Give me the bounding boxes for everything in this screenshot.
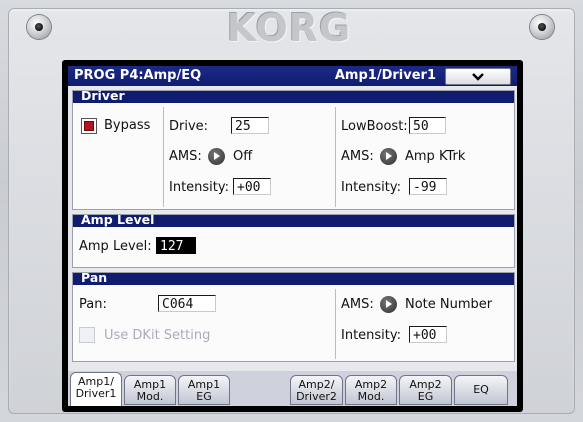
intensity2-label: Intensity: <box>341 180 402 195</box>
ams2-source-arrow-icon[interactable] <box>380 148 397 165</box>
tab-amp2-driver2[interactable]: Amp2/ Driver2 <box>290 375 343 405</box>
bypass-label: Bypass <box>104 118 151 133</box>
brand-logo: KORG <box>226 6 352 50</box>
tab-eq[interactable]: EQ <box>454 375 508 405</box>
lcd-display: PROG P4:Amp/EQ Amp1/Driver1 Driver Bypas… <box>68 66 517 406</box>
amp-level-header-label: Amp Level <box>81 212 155 227</box>
driver-header: Driver <box>73 88 514 103</box>
pan-intensity-field[interactable]: +00 <box>409 326 447 343</box>
tab-line2: Driver1 <box>75 387 117 400</box>
tab-amp2-mod[interactable]: Amp2 Mod. <box>345 375 397 405</box>
column-divider <box>163 107 164 207</box>
ams2-label: AMS: <box>341 149 374 164</box>
amp-level-header: Amp Level <box>73 212 514 227</box>
pan-ams-label: AMS: <box>341 297 374 312</box>
title-bar: PROG P4:Amp/EQ Amp1/Driver1 <box>68 66 517 86</box>
pan-label: Pan: <box>79 297 107 312</box>
page-menu-button[interactable] <box>445 68 511 85</box>
pan-ams-source-arrow-icon[interactable] <box>380 296 397 313</box>
tab-line2: EG <box>417 390 434 403</box>
tab-line2: Mod. <box>136 390 164 403</box>
driver-section: Driver Bypass Drive: 25 AMS: Off Intensi… <box>72 88 515 210</box>
intensity1-field[interactable]: +00 <box>233 178 271 195</box>
tab-line2: EG <box>196 390 212 403</box>
screw-icon <box>530 15 554 39</box>
use-dkit-label: Use DKit Setting <box>104 328 211 343</box>
use-dkit-checkbox[interactable] <box>79 327 95 343</box>
page-tab-bar: Amp1/ Driver1 Amp1 Mod. Amp1 EG Amp2/ Dr… <box>68 371 517 406</box>
tab-amp1-eg[interactable]: Amp1 EG <box>178 375 230 405</box>
tab-amp1-mod[interactable]: Amp1 Mod. <box>124 375 176 405</box>
ams1-label: AMS: <box>169 149 202 164</box>
tab-line2: Driver2 <box>296 390 337 403</box>
screw-icon <box>27 15 51 39</box>
amp-level-field[interactable]: 127 <box>156 237 196 254</box>
pan-ams-value[interactable]: Note Number <box>405 297 492 313</box>
page-title: PROG P4:Amp/EQ <box>74 68 202 83</box>
column-divider <box>335 107 336 207</box>
pan-section: Pan Pan: C064 Use DKit Setting AMS: Note… <box>72 270 515 362</box>
amp-level-label: Amp Level: <box>79 239 152 254</box>
page-subtitle: Amp1/Driver1 <box>334 68 436 83</box>
driver-header-label: Driver <box>81 88 125 103</box>
chevron-down-icon <box>472 73 484 81</box>
column-divider <box>335 289 336 359</box>
pan-header-label: Pan <box>81 270 108 285</box>
lowboost-label: LowBoost: <box>341 119 408 134</box>
tab-amp2-eg[interactable]: Amp2 EG <box>399 375 452 405</box>
tab-line1: EQ <box>473 383 489 396</box>
tab-line2: Mod. <box>357 390 385 403</box>
pan-header: Pan <box>73 270 514 285</box>
bypass-checkbox[interactable] <box>81 118 97 134</box>
drive-label: Drive: <box>169 119 209 134</box>
intensity2-field[interactable]: -99 <box>409 178 447 195</box>
pan-field[interactable]: C064 <box>158 295 216 312</box>
tab-amp1-driver1[interactable]: Amp1/ Driver1 <box>70 372 122 406</box>
ams2-value[interactable]: Amp KTrk <box>405 149 465 165</box>
pan-intensity-label: Intensity: <box>341 328 402 343</box>
lcd-screen-frame: PROG P4:Amp/EQ Amp1/Driver1 Driver Bypas… <box>62 60 523 412</box>
amp-level-section: Amp Level Amp Level: 127 <box>72 212 515 268</box>
ams1-source-arrow-icon[interactable] <box>208 148 225 165</box>
ams1-value[interactable]: Off <box>233 149 252 165</box>
lowboost-field[interactable]: 50 <box>409 117 446 134</box>
drive-field[interactable]: 25 <box>231 117 269 134</box>
intensity1-label: Intensity: <box>169 180 230 195</box>
